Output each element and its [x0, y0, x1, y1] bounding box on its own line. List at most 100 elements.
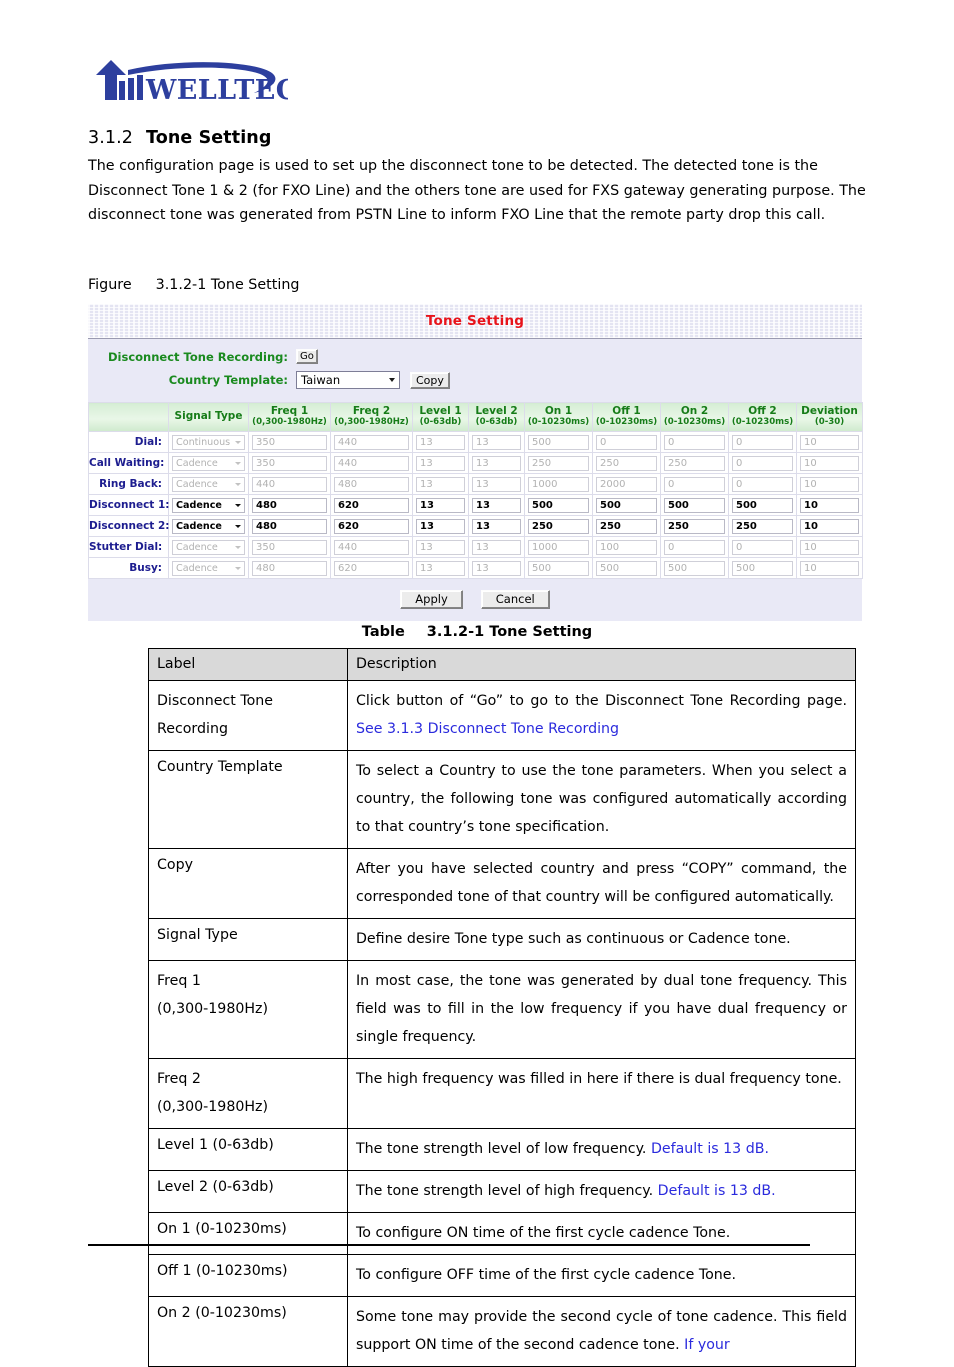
description-link[interactable]: See 3.1.3 Disconnect Tone Recording — [356, 721, 619, 737]
on1-cell: 250 — [524, 452, 593, 474]
welltech-logo-icon: WELLTECH — [96, 60, 288, 106]
level2-input: 13 — [472, 434, 521, 450]
go-button[interactable]: Go — [296, 349, 318, 364]
table-row: On 1 (0-10230ms) To configure ON time of … — [148, 1212, 856, 1255]
on1-cell: 500 — [524, 557, 593, 579]
freq2-input[interactable]: 620 — [334, 497, 409, 513]
description-link[interactable]: Default is 13 dB. — [658, 1183, 776, 1199]
copy-button[interactable]: Copy — [410, 371, 450, 389]
on2-input: 250 — [664, 455, 725, 471]
off2-input[interactable]: 250 — [732, 518, 793, 534]
freq2-input[interactable]: 620 — [334, 518, 409, 534]
section-number: 3.1.2 — [88, 128, 134, 148]
freq2-cell: 620 — [330, 515, 413, 537]
dev-input: 10 — [800, 539, 859, 555]
row-label-line: Off 1 (0-10230ms) — [157, 1263, 288, 1279]
cancel-button[interactable]: Cancel — [480, 590, 550, 609]
on1-cell: 500 — [524, 494, 593, 516]
row-description: Define desire Tone type such as continuo… — [347, 918, 856, 961]
off2-input: 0 — [732, 539, 793, 555]
chevron-down-icon — [235, 461, 241, 465]
level2-input[interactable]: 13 — [472, 518, 521, 534]
on2-input[interactable]: 500 — [664, 497, 725, 513]
level1-input: 13 — [416, 539, 465, 555]
freq1-input: 350 — [252, 434, 327, 450]
grid-row: Stutter Dial: Cadence 350 440 13 13 1000 100 0 0 1… — [88, 536, 863, 558]
description-text: Define desire Tone type such as continuo… — [356, 931, 791, 947]
off1-input: 500 — [596, 560, 657, 576]
description-link[interactable]: If your — [684, 1337, 730, 1353]
row-description: To select a Country to use the tone para… — [347, 750, 856, 849]
description-text: To configure ON time of the first cycle … — [356, 1225, 731, 1241]
level1-input[interactable]: 13 — [416, 497, 465, 513]
table-row: Copy After you have selected country and … — [148, 848, 856, 919]
off2-input: 0 — [732, 434, 793, 450]
off2-cell: 0 — [728, 431, 797, 453]
col-sub: (0,300-1980Hz) — [252, 417, 327, 427]
signal-type-cell: Cadence — [168, 515, 249, 537]
table-row: Freq 2 (0,300-1980Hz) The high frequency w… — [148, 1058, 856, 1129]
row-label-line: Freq 1 — [157, 973, 201, 989]
chevron-down-icon — [235, 545, 241, 549]
table-row: Level 2 (0-63db) The tone strength level … — [148, 1170, 856, 1213]
level1-cell: 13 — [412, 473, 469, 495]
signal-type-select[interactable]: Cadence — [172, 518, 245, 534]
apply-button[interactable]: Apply — [400, 590, 463, 609]
level2-input[interactable]: 13 — [472, 497, 521, 513]
level2-cell: 13 — [468, 473, 525, 495]
description-text: In most case, the tone was generated by … — [356, 973, 847, 1045]
grid-header-row: Signal Type Freq 1 (0,300-1980Hz) Freq 2… — [88, 402, 863, 432]
dev-cell: 10 — [796, 536, 863, 558]
country-template-row: Country Template: Taiwan Copy — [88, 371, 862, 389]
dev-cell: 10 — [796, 494, 863, 516]
off1-cell: 500 — [592, 494, 661, 516]
figure-caption-text: 3.1.2-1 Tone Setting — [155, 277, 300, 293]
off1-cell: 2000 — [592, 473, 661, 495]
level1-cell: 13 — [412, 452, 469, 474]
on2-input[interactable]: 250 — [664, 518, 725, 534]
level2-cell: 13 — [468, 452, 525, 474]
freq2-cell: 440 — [330, 536, 413, 558]
signal-type-cell: Cadence — [168, 494, 249, 516]
signal-type-select[interactable]: Cadence — [172, 497, 245, 513]
description-body: Disconnect Tone Recording Click button of … — [148, 680, 856, 1367]
signal-type-cell: Continuous — [168, 431, 249, 453]
off1-input[interactable]: 250 — [596, 518, 657, 534]
table-caption: Table 3.1.2-1 Tone Setting — [0, 624, 954, 640]
grid-header-freq2: Freq 2 (0,300-1980Hz) — [330, 402, 413, 432]
on1-input[interactable]: 500 — [528, 497, 589, 513]
country-template-select[interactable]: Taiwan — [296, 371, 400, 389]
on1-input[interactable]: 250 — [528, 518, 589, 534]
dev-cell: 10 — [796, 431, 863, 453]
chevron-down-icon — [235, 524, 241, 528]
row-label: Off 1 (0-10230ms) — [148, 1254, 348, 1297]
level1-input[interactable]: 13 — [416, 518, 465, 534]
freq1-cell: 350 — [248, 452, 331, 474]
grid-header-deviation: Deviation (0-30) — [796, 402, 863, 432]
off2-input[interactable]: 500 — [732, 497, 793, 513]
description-text: The tone strength level of low frequency… — [356, 1141, 651, 1157]
freq1-input[interactable]: 480 — [252, 518, 327, 534]
row-label-line: Copy — [157, 857, 193, 873]
figure-caption: Figure 3.1.2-1 Tone Setting — [88, 277, 299, 293]
dev-cell: 10 — [796, 452, 863, 474]
off1-input: 2000 — [596, 476, 657, 492]
on1-cell: 500 — [524, 431, 593, 453]
dev-input[interactable]: 10 — [800, 518, 859, 534]
grid-row-label: Ring Back: — [88, 473, 169, 495]
freq1-cell: 350 — [248, 431, 331, 453]
grid-row-label: Call Waiting: — [88, 452, 169, 474]
table-row: Level 1 (0-63db) The tone strength level … — [148, 1128, 856, 1171]
off1-input[interactable]: 500 — [596, 497, 657, 513]
row-description: Click button of “Go” to go to the Discon… — [347, 680, 856, 751]
off2-input: 0 — [732, 476, 793, 492]
description-link[interactable]: Default is 13 dB. — [651, 1141, 769, 1157]
freq1-input[interactable]: 480 — [252, 497, 327, 513]
freq2-cell: 620 — [330, 494, 413, 516]
description-text: After you have selected country and pres… — [356, 861, 847, 905]
dev-input[interactable]: 10 — [800, 497, 859, 513]
col-sub: (0-10230ms) — [527, 417, 590, 427]
description-text: The high frequency was filled in here if… — [356, 1071, 842, 1087]
tone-parameter-grid: Signal Type Freq 1 (0,300-1980Hz) Freq 2… — [88, 402, 863, 579]
description-text: Some tone may provide the second cycle o… — [356, 1309, 847, 1353]
